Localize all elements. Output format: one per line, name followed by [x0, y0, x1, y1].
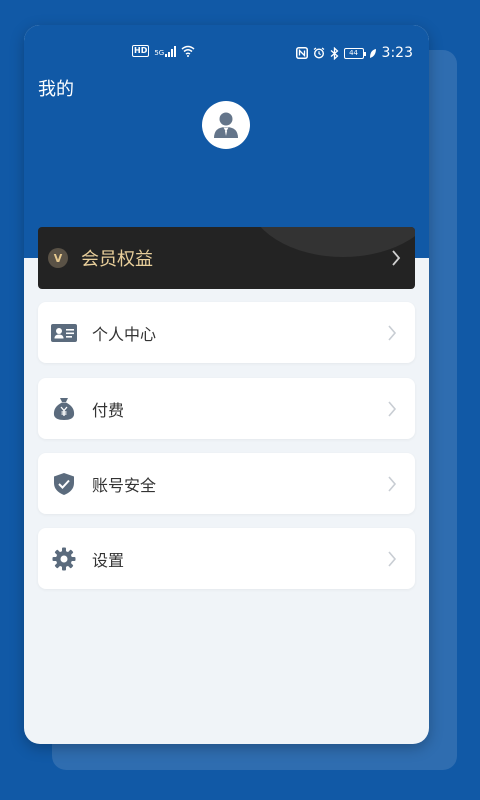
- status-bar-left: HD 5G: [132, 45, 195, 57]
- menu-item-payment[interactable]: 付费: [38, 378, 415, 439]
- vip-benefits-card[interactable]: V 会员权益: [38, 227, 415, 289]
- battery-icon: 44: [343, 47, 366, 59]
- gear-icon: [51, 546, 77, 572]
- id-card-icon: [51, 320, 77, 346]
- status-bar: HD 5G 44 3:23: [24, 43, 429, 65]
- app-screen: HD 5G 44 3:23 我的 V 会员权益 个人中心 付费 账号安全 设置: [24, 25, 429, 744]
- alarm-icon: [313, 47, 324, 59]
- network-type: 5G: [154, 48, 165, 57]
- vip-benefits-label: 会员权益: [81, 249, 153, 270]
- menu-item-label: 账号安全: [92, 475, 157, 495]
- shield-check-icon: [51, 471, 77, 497]
- leaf-icon: [369, 48, 376, 58]
- page-title: 我的: [38, 79, 74, 100]
- menu-item-personal-center[interactable]: 个人中心: [38, 302, 415, 363]
- vip-badge-icon: V: [48, 248, 68, 268]
- money-bag-icon: [51, 396, 77, 422]
- chevron-right-icon: [388, 476, 397, 492]
- menu-item-label: 设置: [92, 550, 125, 570]
- battery-level: 44: [349, 48, 358, 57]
- clock: 3:23: [381, 45, 413, 61]
- menu-item-settings[interactable]: 设置: [38, 528, 415, 589]
- chevron-right-icon: [392, 250, 401, 266]
- chevron-right-icon: [388, 401, 397, 417]
- nfc-icon: [295, 47, 308, 59]
- status-bar-right: 44 3:23: [295, 45, 413, 61]
- chevron-right-icon: [388, 325, 397, 341]
- menu-item-account-security[interactable]: 账号安全: [38, 453, 415, 514]
- hd-badge: HD: [132, 45, 150, 57]
- wifi-icon: [181, 45, 195, 57]
- bluetooth-icon: [330, 46, 339, 60]
- menu-item-label: 付费: [92, 400, 125, 420]
- avatar[interactable]: [202, 101, 250, 149]
- menu-item-label: 个人中心: [92, 324, 157, 344]
- signal-icon: 5G: [154, 45, 177, 57]
- user-avatar-icon: [214, 112, 238, 138]
- chevron-right-icon: [388, 551, 397, 567]
- profile-header: HD 5G 44 3:23 我的: [24, 25, 429, 258]
